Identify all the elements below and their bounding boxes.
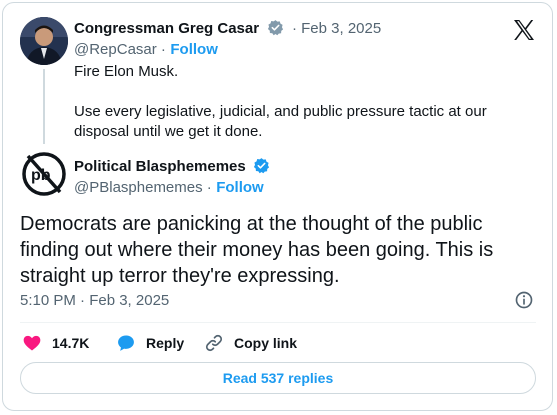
copy-link-button[interactable]: Copy link	[204, 332, 297, 354]
quoted-follow-link[interactable]: Follow	[170, 41, 218, 58]
quoted-handle-row: @RepCasar · Follow	[74, 41, 218, 59]
post-text: Democrats are panicking at the thought o…	[20, 213, 494, 287]
x-logo-icon[interactable]	[512, 18, 536, 42]
svg-text:pb: pb	[31, 167, 51, 184]
quoted-header: Congressman Greg Casar · Feb 3, 2025	[74, 19, 381, 38]
read-replies-button[interactable]: Read 537 replies	[20, 362, 536, 394]
heart-icon	[23, 335, 41, 351]
reply-button[interactable]: Reply	[116, 332, 184, 354]
pb-logo-icon: pb	[22, 152, 66, 196]
info-icon[interactable]	[514, 290, 534, 310]
post-timestamp[interactable]: 5:10 PM · Feb 3, 2025	[20, 292, 169, 309]
post-author-name[interactable]: Political Blasphememes	[74, 158, 246, 175]
quoted-author-name[interactable]: Congressman Greg Casar	[74, 20, 259, 37]
quoted-text-line2: Use every legislative, judicial, and pub…	[74, 103, 487, 120]
like-count: 14.7K	[52, 335, 90, 351]
post-handle[interactable]: @PBlasphememes ·	[74, 179, 212, 196]
post-follow-link[interactable]: Follow	[216, 179, 264, 196]
verified-badge-icon	[254, 158, 270, 174]
copy-link-label: Copy link	[234, 335, 298, 351]
thread-connector-line	[43, 69, 45, 144]
divider	[20, 322, 536, 323]
quoted-handle[interactable]: @RepCasar ·	[74, 41, 166, 58]
quoted-text-line1: Fire Elon Musk.	[74, 63, 179, 80]
post-header: Political Blasphememes	[74, 157, 270, 176]
reply-bubble-icon	[118, 335, 134, 351]
avatar-political-blasphememes[interactable]: pb	[20, 150, 68, 198]
link-icon	[205, 334, 223, 352]
avatar-portrait	[20, 17, 68, 65]
like-button[interactable]: 14.7K	[22, 332, 89, 354]
read-replies-label: Read 537 replies	[222, 370, 334, 386]
reply-label: Reply	[146, 335, 185, 351]
avatar-greg-casar[interactable]	[20, 17, 68, 65]
quoted-text-line3: disposal until we get it done.	[74, 123, 263, 140]
quoted-date[interactable]: · Feb 3, 2025	[292, 20, 381, 37]
post-handle-row: @PBlasphememes · Follow	[74, 179, 264, 197]
verified-badge-icon	[267, 20, 283, 36]
